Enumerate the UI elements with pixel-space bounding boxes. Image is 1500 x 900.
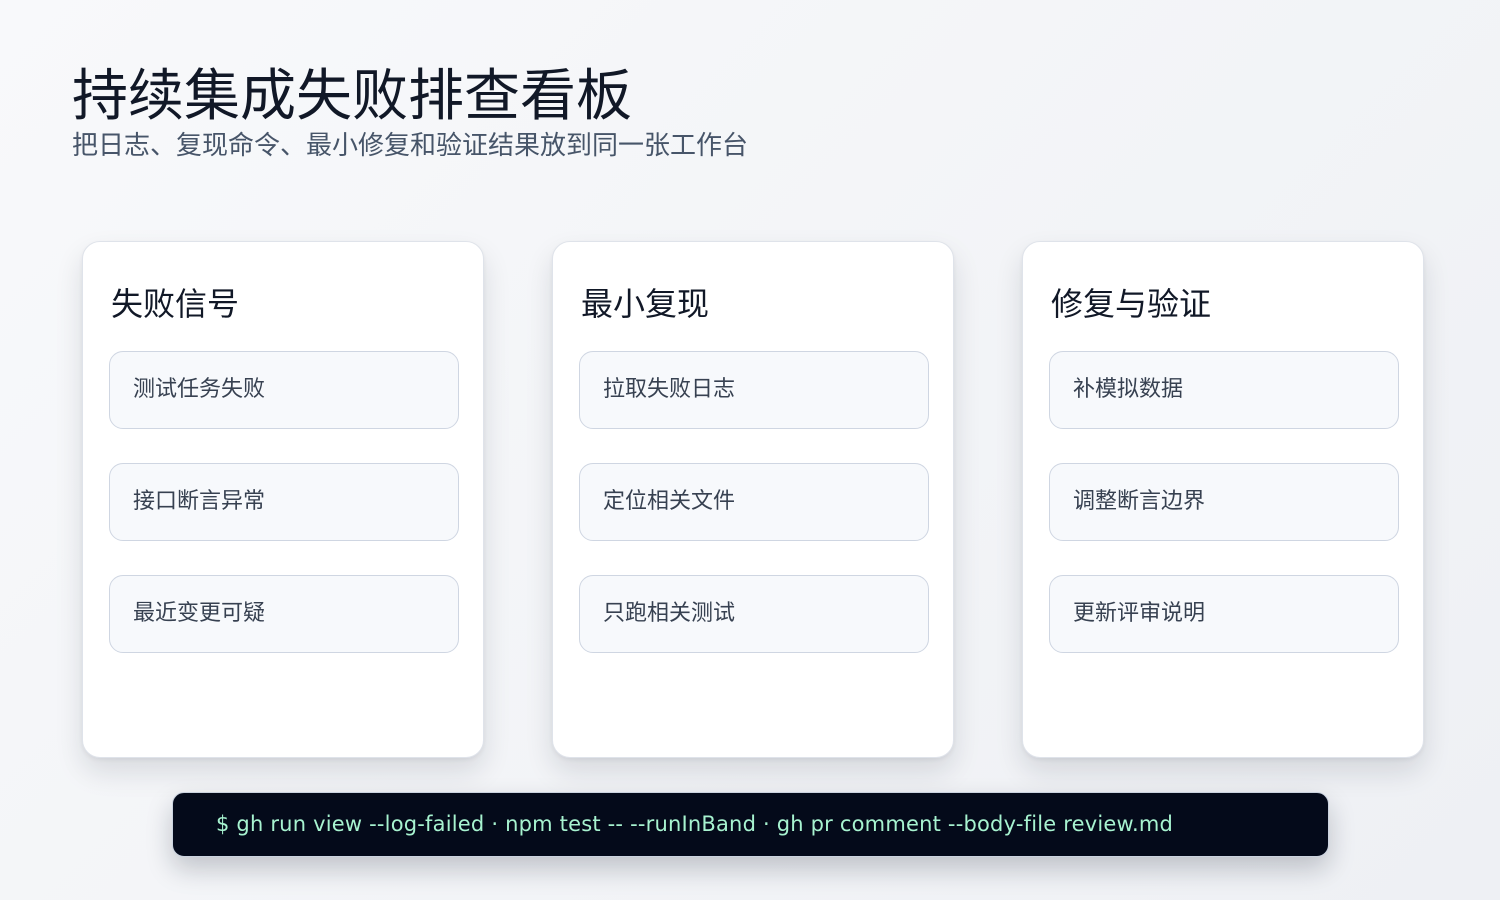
task-card[interactable]: 更新评审说明: [1049, 575, 1399, 653]
page-subtitle: 把日志、复现命令、最小修复和验证结果放到同一张工作台: [72, 131, 749, 161]
task-label: 定位相关文件: [603, 489, 736, 514]
task-card[interactable]: 最近变更可疑: [109, 575, 459, 653]
task-card[interactable]: 拉取失败日志: [579, 351, 929, 429]
command-bar[interactable]: $ gh run view --log-failed · npm test --…: [172, 792, 1329, 857]
task-label: 拉取失败日志: [603, 377, 736, 402]
task-label: 补模拟数据: [1073, 377, 1184, 402]
task-label: 更新评审说明: [1073, 601, 1206, 626]
task-label: 最近变更可疑: [133, 601, 266, 626]
task-card[interactable]: 只跑相关测试: [579, 575, 929, 653]
task-card[interactable]: 测试任务失败: [109, 351, 459, 429]
page-title: 持续集成失败排查看板: [72, 64, 632, 129]
column-title: 失败信号: [111, 285, 240, 323]
column-failure-signals: 失败信号 测试任务失败 接口断言异常 最近变更可疑: [82, 241, 484, 758]
task-card[interactable]: 调整断言边界: [1049, 463, 1399, 541]
task-label: 测试任务失败: [133, 377, 266, 402]
command-text: $ gh run view --log-failed · npm test --…: [216, 812, 1174, 836]
column-fix-and-verify: 修复与验证 补模拟数据 调整断言边界 更新评审说明: [1022, 241, 1424, 758]
task-card[interactable]: 补模拟数据: [1049, 351, 1399, 429]
column-minimal-repro: 最小复现 拉取失败日志 定位相关文件 只跑相关测试: [552, 241, 954, 758]
task-label: 只跑相关测试: [603, 601, 736, 626]
task-card[interactable]: 接口断言异常: [109, 463, 459, 541]
column-title: 最小复现: [581, 285, 710, 323]
task-card[interactable]: 定位相关文件: [579, 463, 929, 541]
column-title: 修复与验证: [1051, 285, 1212, 323]
task-label: 调整断言边界: [1073, 489, 1206, 514]
task-label: 接口断言异常: [133, 489, 266, 514]
